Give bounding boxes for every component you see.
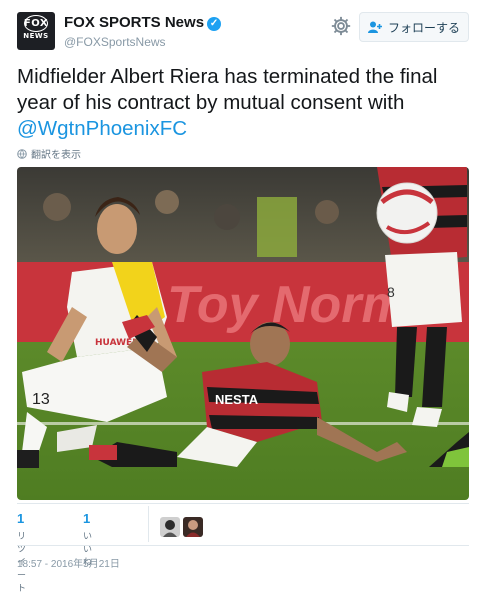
- retweet-stat[interactable]: 1 リツイート: [17, 511, 26, 594]
- tweet-body: Midfielder Albert Riera has terminated t…: [17, 65, 438, 114]
- stats-bottom-divider: [17, 545, 469, 546]
- far-shorts-number: 8: [387, 284, 395, 300]
- right-sponsor-text: NESTA: [215, 392, 259, 407]
- liker-avatar-1[interactable]: [160, 517, 180, 537]
- gear-icon[interactable]: [330, 15, 352, 37]
- follow-button-label: フォローする: [387, 20, 460, 35]
- mention-link[interactable]: @WgtnPhoenixFC: [17, 117, 187, 140]
- verified-badge-icon: ✓: [207, 17, 222, 31]
- tweet-text: Midfielder Albert Riera has terminated t…: [17, 64, 477, 142]
- follow-person-icon: [367, 21, 382, 33]
- left-shorts-number: 13: [32, 391, 50, 408]
- liker-1-image: [160, 517, 180, 537]
- like-count: 1: [83, 511, 91, 526]
- translate-label: 翻訳を表示: [31, 150, 81, 161]
- display-name-text: FOX SPORTS News: [64, 14, 205, 31]
- avatar-logo-top: FOX: [23, 18, 49, 29]
- globe-icon: [17, 148, 27, 159]
- retweet-count: 1: [17, 511, 25, 526]
- football-match-image: Toy Norma HUAWEI 13 NESTA 8: [17, 167, 469, 500]
- soccer-ball: [376, 182, 438, 244]
- liker-avatar-2[interactable]: [183, 517, 203, 537]
- liker-2-image: [183, 517, 203, 537]
- account-avatar[interactable]: FOX NEWS: [17, 12, 55, 50]
- follow-button[interactable]: フォローする: [359, 12, 469, 42]
- account-display-name[interactable]: FOX SPORTS News ✓: [64, 14, 222, 31]
- account-handle[interactable]: @FOXSportsNews: [64, 35, 166, 49]
- avatar-logo-bottom: NEWS: [23, 32, 49, 40]
- tweet-timestamp[interactable]: 18:57 - 2016年5月21日: [17, 555, 120, 570]
- translate-link[interactable]: 翻訳を表示: [17, 146, 81, 161]
- stats-divider: [148, 506, 149, 542]
- tweet-photo[interactable]: Toy Norma HUAWEI 13 NESTA 8: [17, 167, 469, 500]
- stats-top-divider: [17, 503, 469, 504]
